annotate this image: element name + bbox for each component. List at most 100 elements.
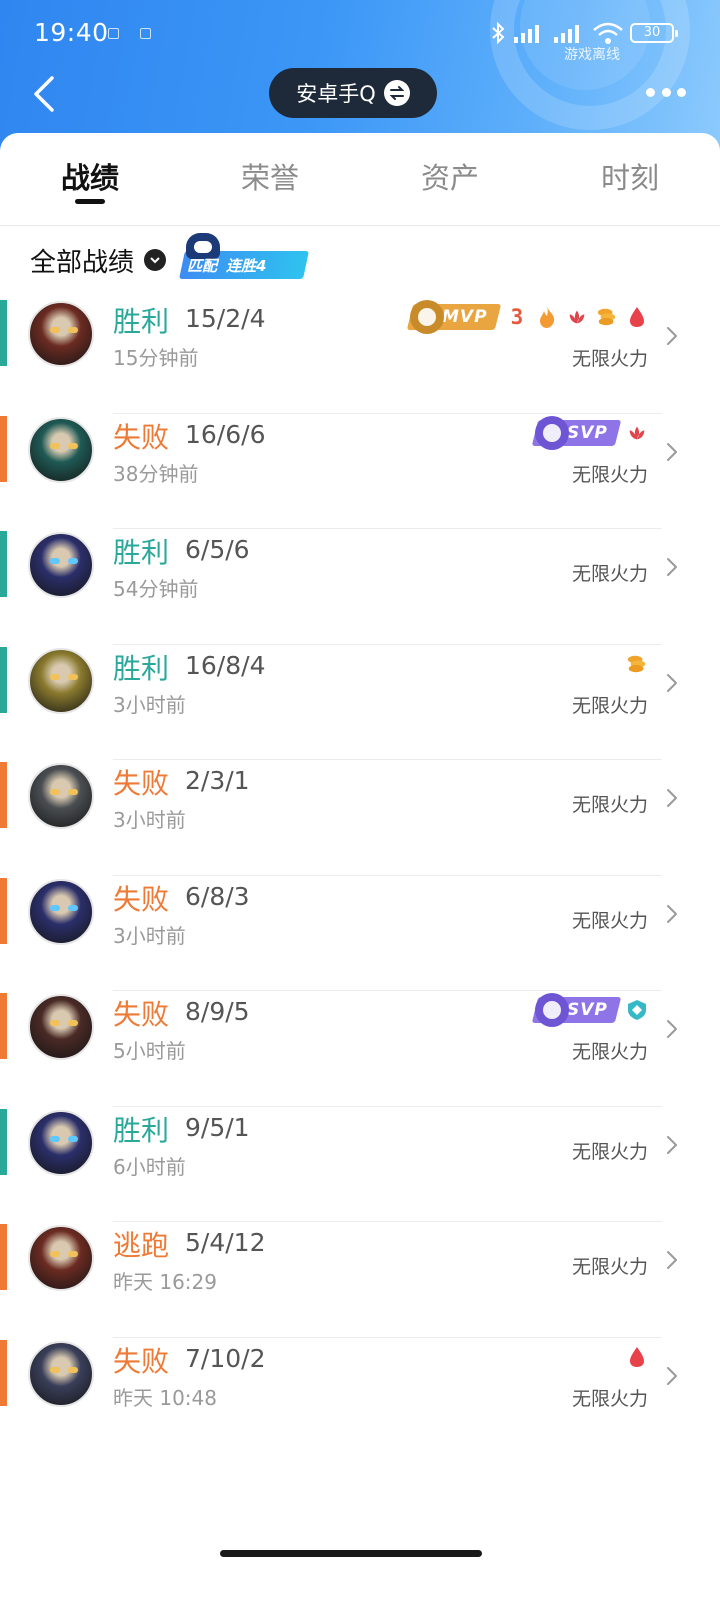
match-mode: 无限火力 <box>571 348 648 370</box>
streak-text: 匹配 连胜4 <box>182 251 306 279</box>
chevron-right-icon <box>667 558 677 576</box>
match-row[interactable]: 胜利 9/5/1 6小时前 无限火力 <box>0 1107 720 1222</box>
result-color-bar <box>0 1108 7 1175</box>
match-result: 失败 <box>113 882 170 916</box>
hero-avatar <box>28 1109 94 1176</box>
avatar-eye <box>50 789 60 795</box>
match-mode: 无限火力 <box>571 463 648 486</box>
match-kda: 9/5/1 <box>185 1112 250 1142</box>
more-dot-icon <box>661 88 671 97</box>
avatar-eye <box>50 1020 60 1026</box>
chevron-right-icon <box>667 673 677 692</box>
signal-icon <box>514 25 539 43</box>
avatar-eye <box>68 1135 78 1142</box>
match-result: 胜利 <box>113 305 170 338</box>
match-time: 38分钟前 <box>113 461 199 486</box>
blood-drop-icon <box>626 305 648 329</box>
avatar-eye <box>68 558 78 564</box>
result-color-bar <box>0 300 7 366</box>
coins-icon <box>626 652 648 676</box>
match-kda: 8/9/5 <box>185 997 250 1026</box>
match-time: 昨天 10:48 <box>113 1385 217 1410</box>
medal-emblem-icon <box>535 993 570 1027</box>
match-time: 5小时前 <box>113 1039 186 1063</box>
account-switcher[interactable]: 安卓手Q <box>269 68 437 118</box>
lotus-icon <box>566 305 588 329</box>
tab-records[interactable]: 战绩 <box>0 133 180 225</box>
mvp-medal: MVP <box>407 300 502 334</box>
hero-avatar <box>28 878 94 945</box>
hero-avatar <box>28 1340 94 1407</box>
svp-medal: SVP <box>531 993 622 1027</box>
match-mode: 无限火力 <box>571 1140 648 1163</box>
match-mode: 无限火力 <box>571 1387 648 1410</box>
medal-label: MVP <box>442 307 488 327</box>
switch-icon <box>383 80 410 106</box>
result-color-bar <box>0 993 7 1059</box>
match-time: 15分钟前 <box>113 346 199 370</box>
match-time: 昨天 16:29 <box>113 1270 217 1294</box>
result-color-bar <box>0 531 7 597</box>
match-row[interactable]: 失败 16/6/6 38分钟前 SVP 无限火力 <box>0 414 720 529</box>
coins-icon <box>596 305 618 329</box>
match-list: 胜利 15/2/4 15分钟前 MVP 3 无限火力 失败 16/6/6 38分… <box>0 298 720 1453</box>
match-row[interactable]: 失败 8/9/5 5小时前 SVP 无限火力 <box>0 991 720 1107</box>
match-time: 6小时前 <box>113 1154 186 1179</box>
match-mode: 无限火力 <box>571 694 648 717</box>
match-result: 胜利 <box>113 1113 170 1147</box>
match-badges: SVP <box>531 993 648 1027</box>
avatar-eye <box>68 1020 78 1026</box>
hero-avatar <box>28 416 94 483</box>
status-time: 19:40 <box>34 18 109 47</box>
record-filter[interactable]: 全部战绩 匹配 连胜4 <box>30 232 309 288</box>
match-kda: 15/2/4 <box>185 304 266 333</box>
match-result: 逃跑 <box>113 1229 170 1262</box>
battery-indicator: 30 <box>630 23 678 43</box>
tab-assets[interactable]: 资产 <box>360 133 540 225</box>
more-dot-icon <box>646 88 655 97</box>
notification-icon <box>108 28 119 39</box>
match-row[interactable]: 胜利 15/2/4 15分钟前 MVP 3 无限火力 <box>0 298 720 414</box>
chevron-right-icon <box>667 442 677 461</box>
game-status: 游戏离线 <box>564 47 620 63</box>
match-mode: 无限火力 <box>571 794 648 816</box>
match-badges: SVP <box>531 415 648 450</box>
result-color-bar <box>0 762 7 828</box>
avatar-eye <box>68 1251 78 1257</box>
filter-label: 全部战绩 <box>30 247 135 278</box>
home-indicator[interactable] <box>220 1550 482 1557</box>
match-time: 3小时前 <box>113 692 186 717</box>
match-kda: 5/4/12 <box>185 1228 266 1257</box>
bluetooth-icon <box>492 21 505 45</box>
hero-avatar <box>28 532 94 598</box>
chevron-right-icon <box>667 1135 677 1154</box>
match-result: 失败 <box>113 420 170 454</box>
match-result: 失败 <box>113 767 170 800</box>
match-row[interactable]: 失败 6/8/3 3小时前 无限火力 <box>0 876 720 991</box>
match-mode: 无限火力 <box>571 1041 648 1063</box>
tab-moments[interactable]: 时刻 <box>540 133 720 225</box>
match-row[interactable]: 逃跑 5/4/12 昨天 16:29 无限火力 <box>0 1222 720 1338</box>
match-mode: 无限火力 <box>571 1256 648 1278</box>
more-options-button[interactable] <box>646 88 686 98</box>
chevron-left-icon <box>34 76 54 112</box>
hero-avatar <box>28 647 94 714</box>
fire-icon <box>536 305 558 329</box>
tab-honor[interactable]: 荣誉 <box>180 133 360 225</box>
match-row[interactable]: 胜利 6/5/6 54分钟前 无限火力 <box>0 529 720 645</box>
back-button[interactable] <box>28 74 64 114</box>
chevron-right-icon <box>667 904 677 923</box>
match-row[interactable]: 失败 2/3/1 3小时前 无限火力 <box>0 760 720 876</box>
avatar-eye <box>50 1366 60 1373</box>
avatar-eye <box>50 1251 60 1257</box>
match-result: 胜利 <box>113 536 170 569</box>
chevron-right-icon <box>667 1251 677 1269</box>
avatar-eye <box>50 673 60 680</box>
hero-avatar <box>28 1225 94 1291</box>
hero-avatar <box>28 301 94 367</box>
avatar-eye <box>50 558 60 564</box>
match-row[interactable]: 失败 7/10/2 昨天 10:48 无限火力 <box>0 1338 720 1454</box>
match-time: 3小时前 <box>113 923 186 948</box>
avatar-eye <box>68 673 78 680</box>
match-row[interactable]: 胜利 16/8/4 3小时前 无限火力 <box>0 645 720 760</box>
